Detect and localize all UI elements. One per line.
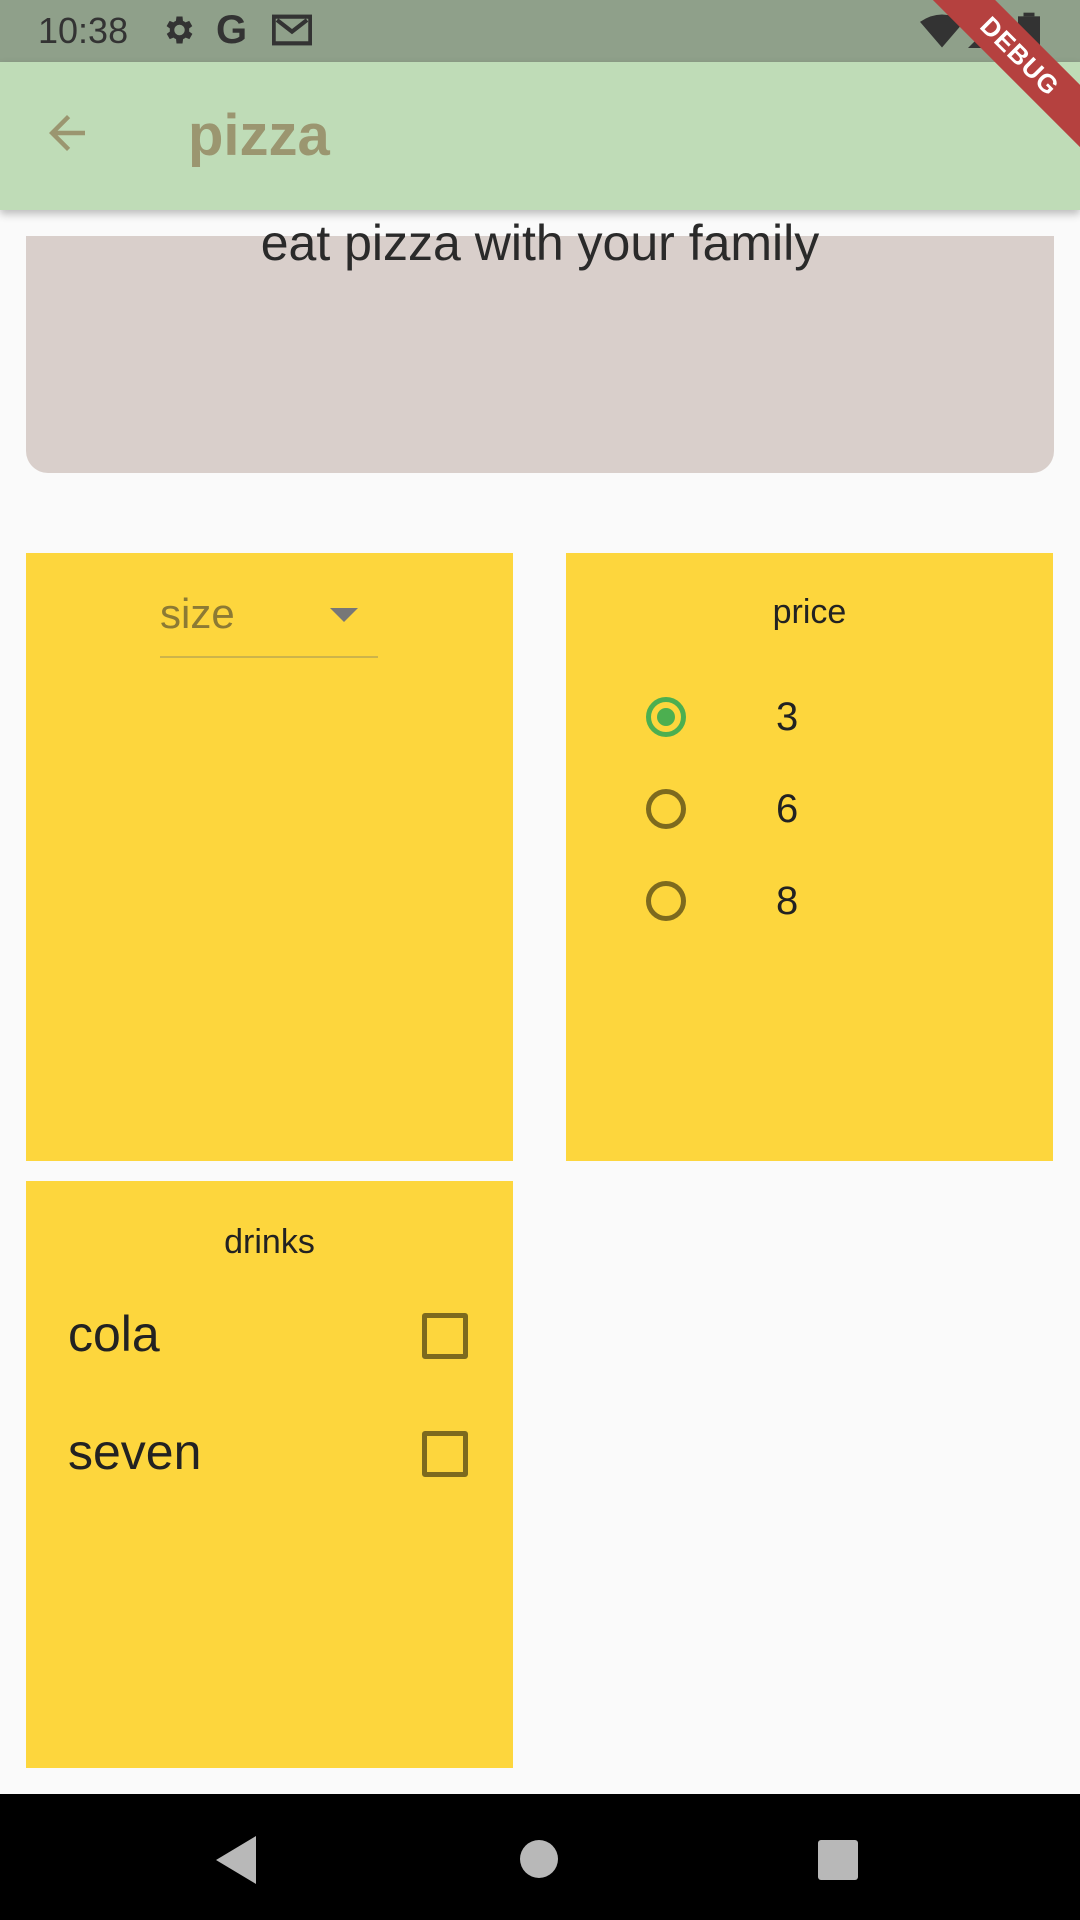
checkbox[interactable] [422,1431,468,1477]
debug-label: DEBUG [920,0,1080,160]
price-panel: price 3 6 8 [566,553,1053,1161]
price-title: price [772,593,847,631]
checkbox[interactable] [422,1313,468,1359]
google-icon: G [216,8,248,52]
hero-text: eat pizza with your family [260,215,820,271]
back-triangle-icon[interactable] [216,1836,256,1884]
hero-card: eat pizza with your family [26,215,1054,473]
app-bar: pizza [0,62,1080,210]
radio-button[interactable] [646,789,686,829]
back-button[interactable] [40,106,106,166]
price-option[interactable]: 8 [646,867,1006,947]
drink-label: cola [68,1306,160,1362]
price-option[interactable]: 3 [646,683,1006,763]
system-nav-bar [0,1794,1080,1920]
drinks-panel: drinks cola seven [26,1181,513,1768]
radio-button[interactable] [646,881,686,921]
debug-banner: DEBUG [920,0,1080,160]
price-option-label: 6 [776,787,799,831]
page-title: pizza [188,103,330,168]
gear-icon [160,12,196,53]
drink-label: seven [68,1424,202,1480]
size-dropdown[interactable]: size [160,586,378,658]
price-option[interactable]: 6 [646,775,1006,855]
price-option-label: 3 [776,695,799,739]
arrow-left-icon [40,115,94,164]
size-dropdown-value: size [160,590,235,637]
status-time: 10:38 [38,10,129,51]
drink-item[interactable]: cola [68,1291,488,1391]
recents-square-icon[interactable] [818,1840,858,1880]
status-bar: 10:38 G [0,0,1080,62]
caret-down-icon [330,608,358,622]
home-circle-icon[interactable] [520,1840,558,1878]
gmail-icon [271,12,313,53]
radio-button-selected[interactable] [646,697,686,737]
size-panel: size [26,553,513,1161]
price-option-label: 8 [776,879,799,923]
drink-item[interactable]: seven [68,1409,488,1509]
drinks-title: drinks [224,1223,315,1261]
